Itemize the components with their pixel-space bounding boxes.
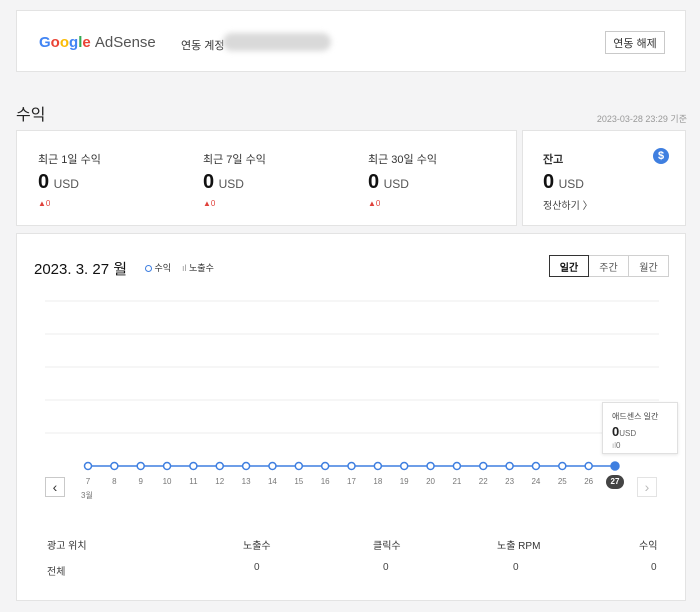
x-tick-label: 16 [320, 477, 330, 486]
table-cell-placement: 전체 [47, 567, 66, 578]
x-tick-label: 27 [606, 475, 624, 489]
dollar-icon: $ [653, 148, 669, 164]
table-cell-clicks: 0 [383, 562, 389, 573]
x-tick-label: 21 [452, 477, 462, 486]
chevron-right-icon: › [644, 479, 650, 495]
data-point[interactable] [610, 461, 620, 471]
data-point[interactable] [373, 461, 383, 471]
table-header-rpm: 노출 RPM [497, 541, 541, 552]
linked-account-label: 연동 계정 [181, 40, 225, 52]
x-tick-label: 19 [399, 477, 409, 486]
table-header-ad-placement: 광고 위치 [47, 541, 87, 552]
earnings-30d-label: 최근 30일 수익 [368, 154, 437, 166]
settle-link[interactable]: 정산하기 〉 [543, 197, 593, 212]
table-header-revenue: 수익 [639, 541, 658, 552]
data-point[interactable] [558, 461, 567, 471]
chart-tooltip: 애드센스 일간 0USD ıl0 [602, 402, 678, 454]
balance-card: 잔고 $ 0 USD 정산하기 〉 [522, 130, 686, 226]
data-point[interactable] [110, 461, 119, 471]
chart-next-button[interactable]: › [637, 477, 657, 497]
data-point[interactable] [320, 461, 330, 471]
table-header-impressions: 노출수 [243, 541, 271, 552]
data-point[interactable] [452, 461, 462, 471]
table-cell-revenue: 0 [651, 562, 657, 573]
chart-prev-button[interactable]: ‹ [45, 477, 65, 497]
data-point[interactable] [399, 461, 409, 471]
linked-account-redacted [223, 33, 331, 51]
data-point[interactable] [83, 461, 93, 471]
x-tick-label: 9 [138, 477, 143, 486]
data-point[interactable] [136, 461, 145, 471]
adsense-logo: Google AdSense [39, 34, 156, 51]
google-wordmark: Google [39, 34, 91, 51]
x-tick-label: 13 [241, 477, 251, 486]
earnings-summary-card: 최근 1일 수익 0 USD ▲0 최근 7일 수익 0 USD ▲0 최근 3… [16, 130, 517, 226]
data-point[interactable] [479, 461, 488, 471]
data-point[interactable] [426, 461, 435, 471]
x-tick-label: 11 [189, 477, 198, 486]
x-tick-label: 22 [478, 477, 488, 486]
earnings-30d-value: 0 USD [368, 171, 409, 193]
unlink-button[interactable]: 연동 해제 [605, 31, 665, 54]
x-tick-label: 17 [347, 477, 356, 486]
data-point[interactable] [531, 461, 541, 471]
data-point[interactable] [241, 461, 251, 471]
tooltip-impressions: ıl0 [612, 441, 621, 450]
data-point[interactable] [505, 461, 514, 471]
x-tick-label: 26 [584, 477, 594, 486]
header-card: Google AdSense 연동 계정 연동 해제 [16, 10, 686, 72]
table-header-clicks: 클릭수 [373, 541, 401, 552]
x-tick-label: 15 [294, 477, 304, 486]
x-tick-label: 18 [373, 477, 383, 486]
x-tick-label: 20 [426, 477, 435, 486]
chevron-left-icon: ‹ [52, 479, 58, 495]
chart-panel: 2023. 3. 27 월 수익 ıl 노출수 일간 주간 월간 7 8 9 10 11… [16, 233, 686, 601]
earnings-1d-value: 0 USD [38, 171, 79, 193]
balance-value: 0 USD [543, 171, 584, 193]
data-point[interactable] [294, 461, 304, 471]
data-point[interactable] [189, 461, 198, 471]
earnings-7d-label: 최근 7일 수익 [203, 154, 266, 166]
table-cell-rpm: 0 [513, 562, 519, 573]
table-cell-impressions: 0 [254, 562, 260, 573]
earnings-7d-value: 0 USD [203, 171, 244, 193]
x-tick-label: 14 [267, 477, 277, 486]
revenue-line-chart [45, 300, 659, 471]
x-tick-label: 12 [215, 477, 225, 486]
data-point[interactable] [215, 461, 224, 471]
earnings-1d-delta: ▲0 [38, 199, 51, 208]
tooltip-title: 애드센스 일간 [612, 412, 659, 421]
data-point[interactable] [347, 461, 356, 471]
earnings-timestamp: 2023-03-28 23:29 기준 [596, 114, 687, 124]
adsense-wordmark: AdSense [94, 34, 156, 51]
x-tick-label: 25 [557, 477, 567, 486]
month-label: 3월 [81, 491, 93, 500]
data-point[interactable] [162, 461, 172, 471]
earnings-1d-label: 최근 1일 수익 [38, 154, 101, 166]
x-tick-label: 8 [112, 477, 117, 486]
data-point[interactable] [584, 461, 593, 471]
x-tick-label: 7 [85, 477, 91, 486]
x-axis-ticks: 7 8 9 10 11 12 13 14 15 16 17 18 19 20 21 22 23 24 25 26 27 [17, 234, 687, 489]
balance-label: 잔고 [543, 154, 564, 166]
x-tick-label: 24 [531, 477, 541, 486]
tooltip-value: 0USD [612, 424, 637, 439]
x-tick-label: 10 [162, 477, 172, 486]
x-tick-label: 23 [505, 477, 515, 486]
earnings-7d-delta: ▲0 [203, 199, 216, 208]
earnings-30d-delta: ▲0 [368, 199, 381, 208]
data-point[interactable] [268, 461, 277, 471]
earnings-title: 수익 [16, 107, 46, 124]
